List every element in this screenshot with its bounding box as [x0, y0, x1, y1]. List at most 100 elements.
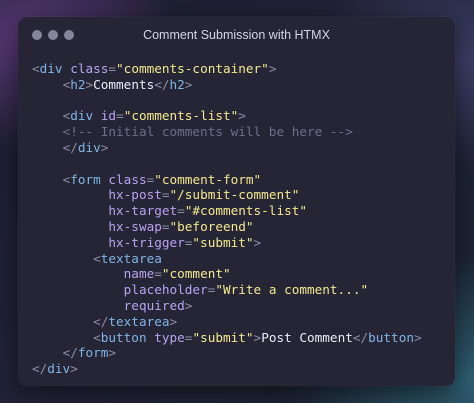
code-token: <!-- Initial comments will be here --> — [62, 124, 353, 140]
code-line: </form> — [32, 345, 449, 361]
code-token: = — [161, 187, 170, 203]
code-token: class — [70, 61, 109, 76]
code-token: hx-target — [108, 203, 178, 219]
code-token: > — [100, 139, 109, 155]
code-token: > — [70, 361, 78, 377]
code-token: placeholder — [123, 282, 208, 298]
code-token: hx-trigger — [108, 234, 185, 250]
code-token: Comments — [93, 76, 155, 92]
code-token: textarea — [100, 250, 162, 266]
code-token: h2 — [70, 76, 86, 92]
code-token: hx-swap — [108, 218, 162, 234]
code-block: <div class="comments-container"> <h2>Com… — [32, 61, 449, 377]
code-token: name — [123, 266, 155, 282]
code-token: "comments-list" — [123, 108, 239, 124]
code-token: "/submit-comment" — [169, 187, 300, 203]
window-titlebar: Comment Submission with HTMX — [18, 17, 455, 53]
code-token: required — [123, 297, 185, 313]
code-line: hx-target="#comments-list" — [32, 203, 449, 219]
code-token: = — [116, 108, 124, 124]
code-token: "beforeend" — [169, 218, 254, 234]
code-token: textarea — [108, 313, 170, 329]
code-line: <button type="submit">Post Comment</butt… — [32, 330, 449, 346]
code-token: form — [77, 345, 109, 361]
code-token: "submit" — [192, 234, 254, 250]
code-line: name="comment" — [32, 266, 449, 282]
code-token: div — [39, 61, 63, 76]
code-token: </ — [32, 361, 48, 377]
code-line: placeholder="Write a comment..." — [32, 282, 449, 298]
code-token: < — [32, 61, 40, 76]
code-line: </div> — [32, 140, 449, 156]
code-token: > — [268, 61, 277, 76]
code-line: hx-trigger="submit"> — [32, 235, 449, 251]
code-token: "Write a comment..." — [215, 282, 369, 298]
code-line: <div id="comments-list"> — [32, 108, 449, 124]
code-token: > — [184, 76, 193, 92]
code-token: > — [253, 234, 262, 250]
code-window: Comment Submission with HTMX <div class=… — [18, 17, 455, 386]
code-token: id — [100, 108, 117, 124]
code-token: button — [368, 329, 414, 345]
code-token: type — [154, 329, 185, 345]
code-line: <div class="comments-container"> — [32, 61, 449, 77]
code-line: hx-swap="beforeend" — [32, 219, 449, 235]
code-token: </ — [62, 139, 78, 155]
code-token: div — [47, 361, 71, 377]
code-line: <h2>Comments</h2> — [32, 77, 449, 93]
code-token: > — [238, 108, 246, 124]
code-line: </div> — [32, 361, 449, 377]
code-token: > — [169, 313, 178, 329]
code-token: "comment-form" — [154, 171, 262, 187]
code-token: "#comments-list" — [184, 203, 307, 219]
code-token: button — [100, 329, 147, 345]
code-token: h2 — [169, 76, 185, 92]
code-line: <form class="comment-form" — [32, 172, 449, 188]
code-token: < — [93, 250, 101, 266]
code-token: "comment" — [161, 266, 231, 282]
code-token: = — [161, 218, 170, 234]
code-token: < — [93, 329, 101, 345]
code-token: hx-post — [108, 187, 162, 203]
code-token: div — [70, 108, 94, 124]
code-token: form — [70, 171, 101, 187]
code-token: > — [85, 76, 94, 92]
code-line: </textarea> — [32, 314, 449, 330]
code-line: <textarea — [32, 251, 449, 267]
code-token: > — [108, 345, 117, 361]
window-title: Comment Submission with HTMX — [143, 28, 330, 42]
code-token: > — [184, 297, 193, 313]
code-token: "submit" — [192, 329, 254, 345]
code-line: hx-post="/submit-comment" — [32, 187, 449, 203]
code-token: div — [77, 139, 101, 155]
code-token: "comments-container" — [116, 61, 269, 76]
code-token: </ — [352, 329, 369, 345]
code-token: Post Comment — [261, 329, 353, 345]
code-token: </ — [62, 345, 78, 361]
code-token: </ — [93, 313, 109, 329]
code-line: required> — [32, 298, 449, 314]
code-token: </ — [154, 76, 170, 92]
code-line: <!-- Initial comments will be here --> — [32, 124, 449, 140]
code-token: class — [108, 171, 147, 187]
code-token: > — [413, 329, 422, 345]
